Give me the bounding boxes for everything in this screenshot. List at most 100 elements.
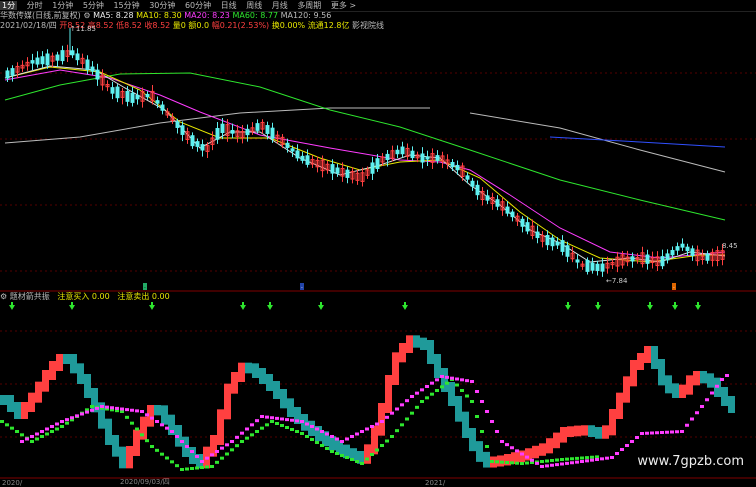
magenta-line-dot (430, 381, 434, 385)
magenta-line-dot (390, 411, 394, 415)
magenta-line-dot (720, 378, 724, 381)
indicator-bar (259, 368, 266, 384)
buy-arrow-icon (565, 305, 571, 310)
slow-line-dot (205, 465, 209, 469)
indicator-bar (448, 382, 455, 406)
event-marker[interactable]: . (672, 283, 676, 290)
quote-info-row: 2021/02/18/四 开8.52 高8.52 低8.52 收8.52 量0 … (0, 21, 756, 31)
magenta-line-dot (420, 388, 424, 392)
slow-line-dot (50, 430, 54, 433)
candle-body (705, 253, 710, 261)
indicator-bar (532, 445, 539, 459)
slow-line-dot (295, 430, 299, 433)
magenta-line-dot (340, 440, 344, 443)
event-marker[interactable]: . (300, 283, 304, 290)
slow-line-dot (500, 460, 504, 464)
candle-body (265, 125, 270, 134)
slow-line-dot (355, 460, 359, 463)
buy-arrow-icon (69, 305, 75, 310)
menu-item[interactable]: 1分钟 (52, 1, 73, 10)
magenta-line-dot (655, 431, 659, 435)
slow-line-dot (335, 452, 339, 455)
magenta-line-dot (510, 446, 514, 450)
slow-line-dot (595, 455, 599, 459)
slow-line-dot (425, 396, 429, 400)
ma120-value: MA120: 9.56 (280, 11, 332, 20)
blue-line (549, 136, 726, 148)
magenta-line-dot (165, 426, 169, 430)
indicator-bar (406, 335, 413, 353)
slow-line-dot (410, 411, 414, 415)
candle-body (85, 59, 90, 71)
magenta-line-dot (95, 406, 99, 410)
indicator-bar (420, 337, 427, 350)
magenta-line-dot (630, 440, 634, 443)
indicator-bar (56, 354, 63, 371)
indicator-bar (595, 427, 602, 439)
magenta-line-dot (490, 420, 494, 423)
event-marker[interactable]: . (143, 283, 147, 290)
indicator-bar (609, 409, 616, 436)
last-price-value: 8.45 (722, 242, 738, 250)
magenta-line-dot (290, 418, 294, 422)
indicator-bar (602, 425, 609, 439)
buy-arrow-icon (695, 305, 701, 310)
candle-body (215, 128, 220, 140)
magenta-line-dot (550, 463, 554, 467)
menu-item[interactable]: 分时 (27, 1, 43, 10)
candle-body (345, 169, 350, 178)
menu-item[interactable]: 15分钟 (113, 1, 139, 10)
candle-body (195, 141, 200, 147)
magenta-line-dot (130, 408, 134, 412)
candle-body (690, 248, 695, 256)
magenta-line-dot (85, 410, 89, 414)
buy-arrow-icon (9, 305, 15, 310)
magenta-line-dot (280, 417, 284, 421)
slow-line-dot (10, 426, 14, 430)
slow-line-dot (55, 427, 59, 431)
menu-item[interactable]: 30分钟 (149, 1, 175, 10)
menu-item[interactable]: 日线 (221, 1, 237, 10)
candle-body (465, 175, 470, 180)
slow-line-dot (515, 461, 519, 465)
magenta-line-dot (270, 416, 274, 420)
magenta-line-dot (690, 417, 694, 421)
indicator-settings-icon[interactable]: ⚙ (0, 292, 7, 301)
slow-line-dot (565, 457, 569, 461)
slow-line-dot (390, 435, 394, 438)
menu-item[interactable]: 更多 > (331, 1, 356, 10)
slow-line-dot (550, 459, 554, 462)
indicator-name[interactable]: 题材箭共振 (10, 292, 50, 301)
indicator-bar (630, 360, 637, 387)
slow-line-dot (440, 385, 444, 389)
menu-item[interactable]: 60分钟 (185, 1, 211, 10)
settings-icon[interactable]: ⚙ (83, 11, 90, 20)
slow-line-dot (275, 422, 279, 425)
buy-arrow-icon (267, 305, 273, 310)
candle-body (45, 53, 50, 66)
turnover-value: 换0.00% (271, 21, 306, 30)
slow-line-dot (20, 433, 24, 437)
menu-item[interactable]: 5分钟 (83, 1, 104, 10)
candle-body (560, 240, 565, 252)
slow-line-dot (210, 465, 214, 468)
menu-item[interactable]: 周线 (246, 1, 262, 10)
candle-body (155, 100, 160, 104)
candle-body (230, 130, 235, 134)
menu-item[interactable]: 多周期 (297, 1, 321, 10)
magenta-line-dot (385, 415, 389, 419)
magenta-line-dot (310, 425, 314, 428)
slow-line-dot (5, 423, 9, 427)
slow-line-dot (455, 383, 459, 387)
magenta-line-dot (360, 430, 364, 433)
magenta-line-dot (710, 391, 714, 395)
axis-date-label: 2020/09/03/四 (120, 478, 170, 486)
float-cap-value: 流通12.8亿 (307, 21, 350, 30)
menu-item[interactable]: 1分 (0, 1, 18, 10)
menu-item[interactable]: 月线 (272, 1, 288, 10)
indicator-bar (119, 446, 126, 469)
slow-line-dot (0, 420, 4, 423)
magenta-line-dot (615, 452, 619, 455)
slow-line-dot (130, 421, 134, 425)
magenta-line-dot (700, 405, 704, 408)
